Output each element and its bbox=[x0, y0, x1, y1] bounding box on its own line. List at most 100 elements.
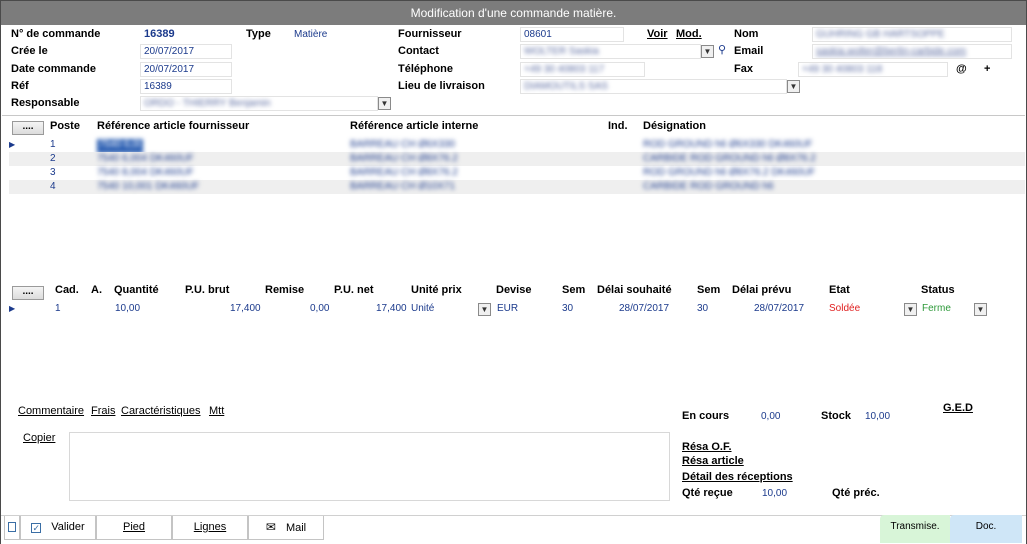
email-label: Email bbox=[734, 45, 764, 57]
ref-field[interactable]: 16389 bbox=[140, 79, 232, 94]
etat-dropdown-icon[interactable]: ▼ bbox=[904, 303, 917, 316]
supplier-label: Fournisseur bbox=[398, 28, 462, 40]
commentaire-link[interactable]: Commentaire bbox=[18, 405, 84, 417]
col-sem-souhaite[interactable]: Sem bbox=[562, 284, 585, 296]
mail-button[interactable]: ✉ Mail bbox=[248, 516, 324, 540]
col-designation[interactable]: Désignation bbox=[643, 120, 706, 132]
copier-link[interactable]: Copier bbox=[23, 432, 55, 444]
resa-of-link[interactable]: Résa O.F. bbox=[682, 441, 732, 453]
contact-field[interactable]: WOLTER Saskia bbox=[520, 44, 701, 59]
col-quantite[interactable]: Quantité bbox=[114, 284, 159, 296]
cell-ref-interne: BARREAU CH Ø8X76.2 bbox=[350, 167, 458, 178]
email-field[interactable]: saskia.wolter@berlin-carbide.com bbox=[812, 44, 1012, 59]
col-ind[interactable]: Ind. bbox=[608, 120, 628, 132]
created-field[interactable]: 20/07/2017 bbox=[140, 44, 232, 59]
cell-devise: EUR bbox=[497, 303, 519, 314]
cell-pu-net: 17,400 bbox=[376, 303, 407, 314]
view-supplier-link[interactable]: Voir bbox=[647, 28, 668, 40]
detail-receptions-link[interactable]: Détail des réceptions bbox=[682, 471, 793, 483]
col-cad[interactable]: Cad. bbox=[55, 284, 79, 296]
cell-ref-interne: BARREAU CH Ø6X330 bbox=[350, 139, 456, 150]
delivery-dropdown-icon[interactable]: ▼ bbox=[787, 80, 800, 93]
frais-link[interactable]: Frais bbox=[91, 405, 115, 417]
cell-ref-interne: BARREAU CH Ø8X76.2 bbox=[350, 153, 458, 164]
status-dropdown-icon[interactable]: ▼ bbox=[974, 303, 987, 316]
mtt-link[interactable]: Mtt bbox=[209, 405, 224, 417]
cell-cad: 1 bbox=[55, 303, 61, 314]
cell-quantite[interactable]: 10,00 bbox=[115, 303, 140, 314]
cell-delai-prevu[interactable]: 28/07/2017 bbox=[754, 303, 804, 314]
table-row[interactable]: 2 7540 6,004 DK460UF BARREAU CH Ø8X76.2 … bbox=[9, 152, 1025, 166]
current-row-arrow-icon: ▶ bbox=[9, 140, 16, 149]
collapse-panel-icon[interactable] bbox=[4, 516, 20, 540]
col-ref-interne[interactable]: Référence article interne bbox=[350, 120, 478, 132]
cell-delai-souhaite[interactable]: 28/07/2017 bbox=[619, 303, 669, 314]
col-sem-prevu[interactable]: Sem bbox=[697, 284, 720, 296]
cell-sem-prevu: 30 bbox=[697, 303, 709, 314]
transmise-status[interactable]: Transmise. bbox=[880, 515, 950, 543]
send-email-icon[interactable]: @ bbox=[956, 63, 967, 75]
cell-etat: Soldée bbox=[829, 303, 861, 314]
responsible-value: ORDO - THIERRY Benjamin bbox=[144, 98, 271, 109]
phone-field[interactable]: +49 30 40803 117 bbox=[520, 62, 645, 77]
responsible-label: Responsable bbox=[11, 97, 80, 109]
contact-label: Contact bbox=[398, 45, 439, 57]
col-unite-prix[interactable]: Unité prix bbox=[411, 284, 462, 296]
cell-poste: 3 bbox=[50, 167, 56, 178]
responsible-dropdown-icon[interactable]: ▼ bbox=[378, 97, 391, 110]
cell-poste: 1 bbox=[50, 139, 56, 150]
cell-pu-brut[interactable]: 17,400 bbox=[230, 303, 261, 314]
valider-button[interactable]: ✓ Valider bbox=[20, 516, 96, 540]
fax-field[interactable]: +49 30 40803 118 bbox=[798, 62, 948, 77]
ged-link[interactable]: G.E.D bbox=[943, 402, 973, 414]
pied-button[interactable]: Pied bbox=[96, 516, 172, 540]
col-a[interactable]: A. bbox=[91, 284, 102, 296]
col-ref-fournisseur[interactable]: Référence article fournisseur bbox=[97, 120, 249, 132]
col-pu-brut[interactable]: P.U. brut bbox=[185, 284, 229, 296]
delivery-field[interactable]: DIAMOUTILS SAS bbox=[520, 79, 787, 94]
table-row[interactable]: ▶ 1 7540 6,004 DK460UF BARREAU CH Ø6X330… bbox=[1, 138, 1017, 153]
caracteristiques-link[interactable]: Caractéristiques bbox=[121, 405, 200, 417]
modify-supplier-link[interactable]: Mod. bbox=[676, 28, 702, 40]
lignes-button[interactable]: Lignes bbox=[172, 516, 248, 540]
cell-ref-fournisseur[interactable]: 7540 6,004 DK460UF bbox=[97, 139, 143, 153]
stock-value: 10,00 bbox=[865, 411, 891, 422]
cell-unite-prix[interactable]: Unité bbox=[411, 303, 434, 314]
qte-recue-label: Qté reçue bbox=[682, 487, 733, 499]
col-devise[interactable]: Devise bbox=[496, 284, 531, 296]
cell-designation: ROD GROUND h6 Ø8X76.2 DK460UF bbox=[643, 167, 816, 178]
col-etat[interactable]: Etat bbox=[829, 284, 850, 296]
resa-article-link[interactable]: Résa article bbox=[682, 455, 744, 467]
add-contact-icon[interactable]: + bbox=[984, 63, 990, 75]
phone-value: +49 30 40803 117 bbox=[524, 64, 605, 75]
lines-menu-button[interactable]: .... bbox=[12, 121, 44, 135]
col-remise[interactable]: Remise bbox=[265, 284, 304, 296]
qte-recue-value: 10,00 bbox=[762, 488, 788, 499]
created-label: Crée le bbox=[11, 45, 48, 57]
unite-prix-dropdown-icon[interactable]: ▼ bbox=[478, 303, 491, 316]
qte-prec-label: Qté préc. bbox=[832, 487, 880, 499]
name-value: GUHRING GB HARTSOPPE bbox=[816, 29, 945, 40]
comment-memo[interactable] bbox=[69, 432, 670, 501]
col-pu-net[interactable]: P.U. net bbox=[334, 284, 374, 296]
pied-label: Pied bbox=[122, 521, 146, 533]
table-row[interactable]: 4 7540 10,001 DK460UF BARREAU CH Ø10X71 … bbox=[9, 180, 1025, 194]
search-contact-icon[interactable]: ⚲ bbox=[718, 43, 726, 56]
order-date-field[interactable]: 20/07/2017 bbox=[140, 62, 232, 77]
supplier-field[interactable]: 08601 bbox=[520, 27, 624, 42]
col-delai-prevu[interactable]: Délai prévu bbox=[732, 284, 791, 296]
name-field[interactable]: GUHRING GB HARTSOPPE bbox=[812, 27, 1012, 42]
cell-designation: CARBIDE ROD GROUND h6 Ø8X76.2 bbox=[643, 153, 816, 164]
col-delai-souhaite[interactable]: Délai souhaité bbox=[597, 284, 672, 296]
contact-dropdown-icon[interactable]: ▼ bbox=[701, 45, 714, 58]
table-row[interactable]: 3 7540 8,004 DK460UF BARREAU CH Ø8X76.2 … bbox=[9, 166, 1025, 180]
doc-tab[interactable]: Doc. bbox=[950, 515, 1022, 543]
responsible-field[interactable]: ORDO - THIERRY Benjamin bbox=[140, 96, 378, 111]
cadence-row[interactable]: ▶ 1 10,00 17,400 0,00 17,400 Unité ▼ EUR… bbox=[1, 302, 1017, 316]
col-poste[interactable]: Poste bbox=[50, 120, 80, 132]
cell-remise[interactable]: 0,00 bbox=[310, 303, 329, 314]
type-label: Type bbox=[246, 28, 271, 40]
cadence-menu-button[interactable]: .... bbox=[12, 286, 44, 300]
col-status[interactable]: Status bbox=[921, 284, 955, 296]
lignes-label: Lignes bbox=[193, 521, 227, 533]
